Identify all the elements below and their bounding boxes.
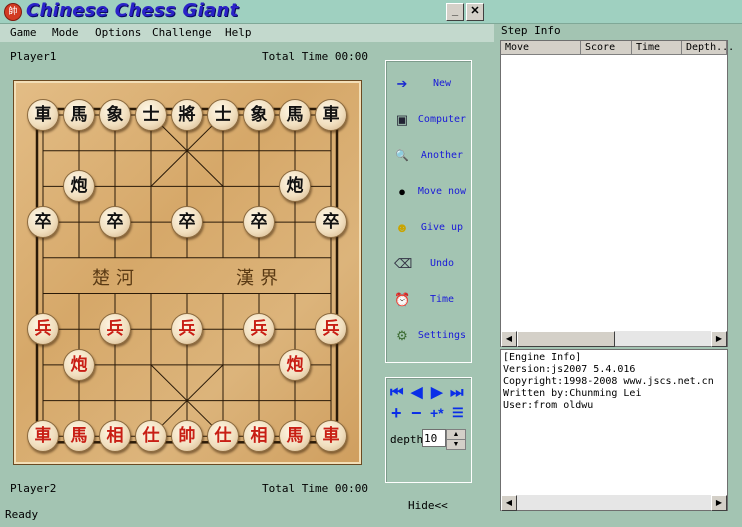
column-depth[interactable]: Depth... [682,41,734,55]
red-piece[interactable]: 兵 [99,313,131,346]
red-piece[interactable]: 兵 [27,313,59,346]
menu-game[interactable]: Game [10,26,37,39]
depth-label: depth [390,433,424,446]
first-move-icon[interactable]: ⏮ [390,385,404,401]
new-game-label: New [432,78,452,89]
undo-icon: ⌫ [394,256,413,271]
engine-info-line: Copyright:1998-2008 www.jscs.net.cn [503,376,714,387]
undo-label: Undo [429,258,455,269]
engine-info-line: Version:js2007 5.4.016 [503,364,636,375]
move-now-label: Move now [417,186,467,197]
black-piece[interactable]: 車 [315,99,347,131]
computer-icon: ▣ [395,112,409,127]
app-icon: 帥 [4,3,22,21]
black-piece[interactable]: 卒 [243,206,275,239]
black-piece[interactable]: 卒 [171,206,203,239]
black-piece[interactable]: 馬 [279,99,311,131]
step-info-label: Step Info [501,24,561,37]
red-piece[interactable]: 兵 [315,313,347,346]
computer-button[interactable]: ▣ Computer [394,112,466,130]
give-up-label: Give up [420,222,464,233]
engine-info-line: User:from oldwu [503,400,594,411]
close-button[interactable]: ✕ [466,3,484,21]
river-label-left: 楚河 [92,268,140,289]
controls-panel: ➔ New ▣ Computer 🔍 Another ● Move now ☻ … [385,60,472,363]
smiley-icon: ☻ [395,220,409,235]
red-piece[interactable]: 炮 [63,348,95,381]
black-piece[interactable]: 馬 [63,99,95,131]
board-grid [35,107,339,444]
bottom-player-name: Player2 [10,482,57,495]
settings-label: Settings [417,330,467,341]
column-score[interactable]: Score [581,41,632,55]
black-piece[interactable]: 象 [243,99,275,131]
engine-info-line: Written by:Chunming Lei [503,388,642,399]
status-text: Ready [5,508,39,521]
list-icon[interactable]: ☰ [452,405,464,421]
depth-down-button[interactable]: ▼ [446,439,466,450]
prev-move-icon[interactable]: ◀ [411,385,423,401]
black-piece[interactable]: 卒 [27,206,59,239]
top-player-time: Total Time 00:00 [262,50,368,63]
red-piece[interactable]: 炮 [279,348,311,381]
time-label: Time [429,294,455,305]
magnifier-icon: 🔍 [395,150,409,162]
minus-icon[interactable]: − [411,404,422,422]
black-piece[interactable]: 卒 [99,206,131,239]
black-piece[interactable]: 卒 [315,206,347,239]
column-time[interactable]: Time [632,41,682,55]
menu-challenge[interactable]: Challenge [152,26,212,39]
depth-input[interactable]: 10 [422,429,446,447]
black-piece[interactable]: 士 [207,99,239,131]
top-player-name: Player1 [10,50,57,63]
settings-icon: ⚙ [396,328,408,343]
chess-board[interactable]: 楚河 漢界 車馬象士將士象馬車炮炮卒卒卒卒卒兵兵兵兵兵炮炮車馬相仕帥仕相馬車 [13,80,362,465]
settings-button[interactable]: ⚙ Settings [394,328,466,346]
red-piece[interactable]: 兵 [243,313,275,346]
another-label: Another [420,150,464,161]
black-piece[interactable]: 士 [135,99,167,131]
menu-options[interactable]: Options [95,26,141,39]
bottom-player-time: Total Time 00:00 [262,482,368,495]
column-move[interactable]: Move [501,41,581,55]
time-button[interactable]: ⏰ Time [394,292,466,310]
bomb-icon: ● [398,184,406,199]
new-game-button[interactable]: ➔ New [394,76,466,94]
engine-info-line: [Engine Info] [503,352,582,363]
another-button[interactable]: 🔍 Another [394,148,466,166]
red-piece[interactable]: 兵 [171,313,203,346]
next-move-icon[interactable]: ▶ [431,385,443,401]
black-piece[interactable]: 車 [27,99,59,131]
title-bar: 帥 Chinese Chess Giant _ ✕ [0,0,742,24]
black-piece[interactable]: 將 [171,99,203,131]
river-label-right: 漢界 [236,268,284,289]
window-title: Chinese Chess Giant [26,0,239,21]
menu-help[interactable]: Help [225,26,252,39]
arrow-icon: ➔ [396,76,408,91]
scroll-right-arrow[interactable]: ▶ [711,331,727,347]
computer-label: Computer [417,114,467,125]
scroll-thumb[interactable] [517,331,615,347]
last-move-icon[interactable]: ⏭ [450,385,464,401]
plus-icon[interactable]: + [391,404,402,422]
move-now-button[interactable]: ● Move now [394,184,466,202]
step-list-scrollbar[interactable]: ◀ ▶ [501,331,727,347]
minimize-button[interactable]: _ [446,3,464,21]
depth-value: 10 [424,432,438,445]
undo-button[interactable]: ⌫ Undo [394,256,466,274]
step-info-list[interactable]: Move Score Time Depth... ◀ ▶ [500,40,734,347]
give-up-button[interactable]: ☻ Give up [394,220,466,238]
navigation-panel: ⏮ ◀ ▶ ⏭ + − +* ☰ depth 10 ▲ ▼ [385,377,472,483]
menu-mode[interactable]: Mode [52,26,79,39]
clock-icon: ⏰ [394,292,411,307]
scroll-left-arrow[interactable]: ◀ [501,331,517,347]
plus-star-icon[interactable]: +* [430,405,444,421]
status-bar: Ready [0,505,742,527]
engine-info-box: [Engine Info] Version:js2007 5.4.016 Cop… [500,349,728,511]
menu-bar: Game Mode Options Challenge Help [0,24,494,42]
black-piece[interactable]: 象 [99,99,131,131]
